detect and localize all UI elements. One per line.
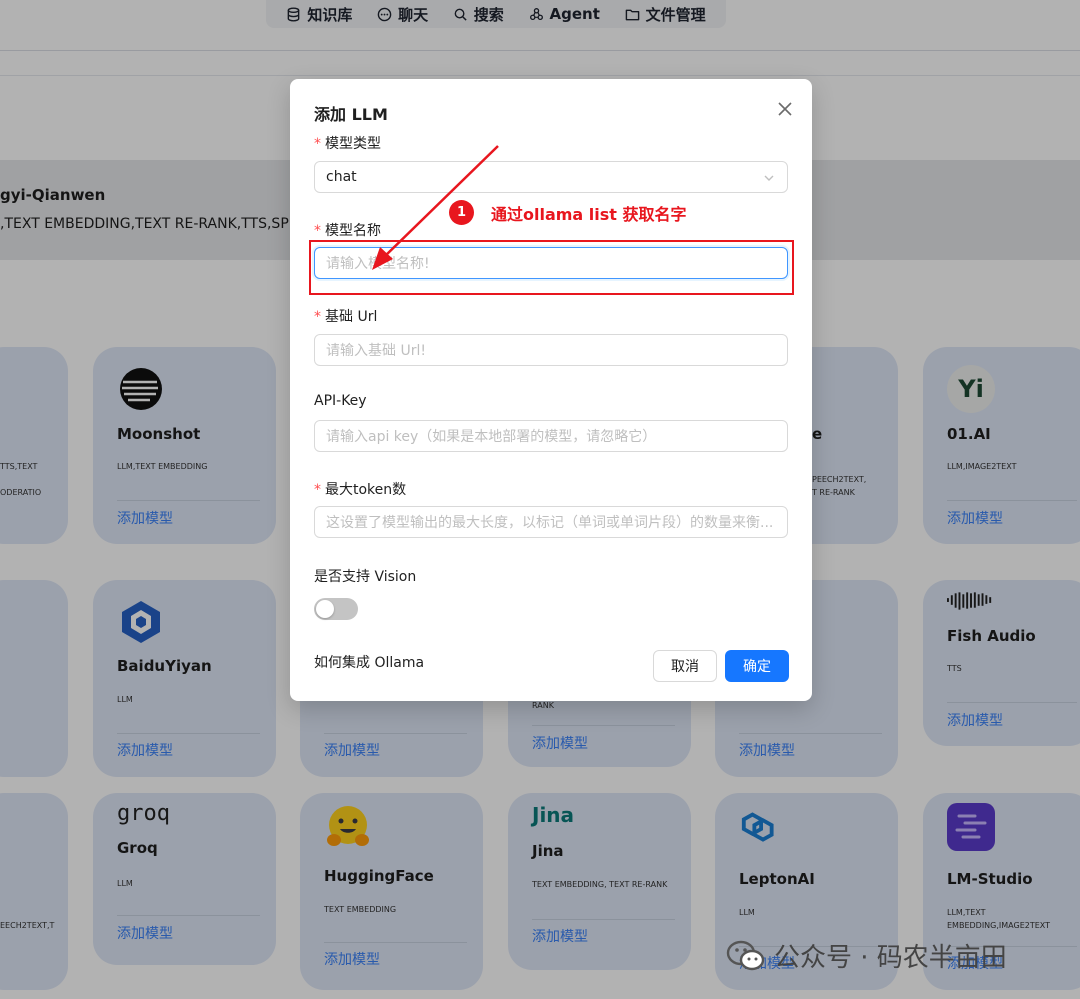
watermark: 公众号 · 码农半亩田 — [726, 937, 1007, 974]
model-type-select[interactable]: chat — [314, 161, 788, 193]
confirm-button[interactable]: 确定 — [725, 650, 789, 682]
label-text: 模型类型 — [325, 136, 381, 152]
vision-toggle[interactable] — [314, 598, 358, 620]
required-mark: * — [314, 136, 321, 152]
api-key-input[interactable]: 请输入api key（如果是本地部署的模型，请忽略它） — [314, 420, 788, 452]
base-url-input[interactable]: 请输入基础 Url! — [314, 334, 788, 366]
base-url-label: * 基础 Url — [314, 306, 377, 326]
add-llm-dialog: 添加 LLM * 模型类型 chat * 模型名称 请输入模型名称! * 基础 Url… — [290, 79, 812, 701]
annotation-step-badge: 1 — [449, 200, 474, 225]
required-mark: * — [314, 223, 321, 239]
ollama-help-link[interactable]: 如何集成 Ollama — [314, 652, 424, 672]
max-tokens-label: * 最大token数 — [314, 479, 406, 499]
close-icon — [778, 102, 792, 116]
wechat-icon — [726, 940, 765, 970]
close-button[interactable] — [774, 98, 796, 120]
max-tokens-input[interactable]: 这设置了模型输出的最大长度，以标记（单词或单词片段）的数量来衡... — [314, 506, 788, 538]
placeholder-text: 请输入基础 Url! — [326, 343, 426, 359]
chevron-down-icon — [764, 175, 774, 181]
label-text: 基础 Url — [325, 309, 378, 325]
cancel-button[interactable]: 取消 — [653, 650, 717, 682]
model-name-label: * 模型名称 — [314, 220, 381, 240]
toggle-knob — [316, 600, 334, 618]
selected-value: chat — [326, 169, 357, 185]
label-text: 最大token数 — [325, 482, 407, 498]
vision-label: 是否支持 Vision — [314, 569, 417, 585]
dialog-title: 添加 LLM — [314, 105, 388, 124]
watermark-text: 公众号 · 码农半亩田 — [774, 943, 1007, 973]
placeholder-text: 这设置了模型输出的最大长度，以标记（单词或单词片段）的数量来衡... — [326, 515, 774, 531]
annotation-highlight-box — [309, 240, 794, 295]
label-text: 模型名称 — [325, 223, 381, 239]
required-mark: * — [314, 309, 321, 325]
api-key-label: API-Key — [314, 393, 367, 409]
model-type-label: * 模型类型 — [314, 133, 381, 153]
required-mark: * — [314, 482, 321, 498]
annotation-text: 通过ollama list 获取名字 — [491, 205, 687, 224]
placeholder-text: 请输入api key（如果是本地部署的模型，请忽略它） — [326, 429, 657, 445]
